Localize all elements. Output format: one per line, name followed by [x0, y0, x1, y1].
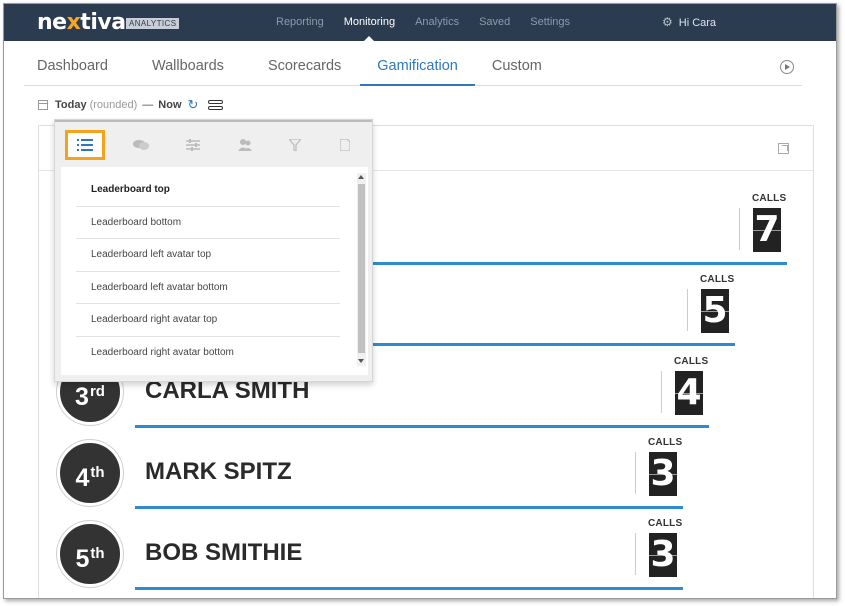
date-separator: — — [142, 99, 154, 111]
chat-bubbles-icon[interactable] — [121, 130, 161, 160]
scroll-thumb[interactable] — [358, 184, 365, 353]
settings-toggle-icon[interactable] — [208, 99, 224, 111]
option-leaderboard-right-avatar-top[interactable]: Leaderboard right avatar top — [76, 304, 340, 337]
metric-label: CALLS — [752, 193, 787, 204]
app-window: nextiva ANALYTICS Reporting Monitoring A… — [3, 3, 837, 599]
user-greeting: Hi Cara — [678, 17, 717, 29]
user-menu[interactable]: ⚙ Hi Cara — [662, 4, 716, 41]
score-value: 4 — [675, 371, 703, 415]
metric-divider — [687, 289, 688, 331]
option-leaderboard-bottom[interactable]: Leaderboard bottom — [76, 207, 340, 240]
nextiva-logo[interactable]: nextiva — [37, 10, 126, 35]
options-scrollbar[interactable] — [357, 173, 366, 366]
score-value: 5 — [701, 289, 729, 333]
top-nav: Reporting Monitoring Analytics Saved Set… — [266, 4, 580, 41]
date-to: Now — [158, 99, 182, 111]
users-icon[interactable] — [225, 130, 265, 160]
monitoring-tabs: Dashboard Wallboards Scorecards Gamifica… — [24, 47, 802, 86]
option-leaderboard-left-avatar-top[interactable]: Leaderboard left avatar top — [76, 239, 340, 272]
rank-badge: 5th — [57, 521, 123, 587]
document-icon[interactable] — [325, 130, 365, 160]
metric-divider — [635, 533, 636, 575]
expand-icon[interactable] — [778, 143, 789, 154]
topnav-reporting[interactable]: Reporting — [266, 4, 334, 41]
date-range[interactable]: Today (rounded) — Now ↻ — [38, 97, 224, 113]
date-qualifier: (rounded) — [89, 99, 138, 111]
layout-options-list: Leaderboard top Leaderboard bottom Leade… — [76, 174, 340, 370]
topnav-saved[interactable]: Saved — [469, 4, 520, 41]
analytics-badge: ANALYTICS — [126, 18, 180, 29]
option-leaderboard-right-avatar-bottom[interactable]: Leaderboard right avatar bottom — [76, 337, 340, 370]
metric-label: CALLS — [674, 356, 709, 367]
calendar-icon — [38, 100, 48, 110]
leaderboard-row: 5th BOB SMITHIE CALLS 3 — [39, 507, 815, 590]
list-layout-icon[interactable] — [65, 130, 105, 160]
topnav-monitoring[interactable]: Monitoring — [334, 4, 405, 41]
tab-wallboards[interactable]: Wallboards — [139, 47, 237, 86]
gear-icon: ⚙ — [662, 15, 673, 29]
layout-settings-popup: Leaderboard top Leaderboard bottom Leade… — [54, 119, 373, 382]
play-icon[interactable] — [780, 60, 794, 74]
topnav-analytics[interactable]: Analytics — [405, 4, 469, 41]
option-leaderboard-left-avatar-bottom[interactable]: Leaderboard left avatar bottom — [76, 272, 340, 305]
metric-label: CALLS — [648, 518, 683, 529]
date-from: Today — [55, 99, 87, 111]
metric-divider — [739, 208, 740, 250]
metric-label: CALLS — [648, 437, 683, 448]
refresh-icon[interactable]: ↻ — [188, 97, 199, 113]
option-leaderboard-top[interactable]: Leaderboard top — [76, 174, 340, 207]
score-value: 7 — [753, 208, 781, 252]
layout-options-panel: Leaderboard top Leaderboard bottom Leade… — [61, 167, 368, 375]
topnav-settings[interactable]: Settings — [520, 4, 580, 41]
metric-label: CALLS — [700, 274, 735, 285]
tab-custom[interactable]: Custom — [479, 47, 555, 86]
metric-divider — [635, 452, 636, 494]
score-value: 3 — [649, 452, 677, 496]
row-underline — [135, 587, 683, 590]
agent-name: MARK SPITZ — [145, 458, 292, 485]
scroll-up-arrow-icon[interactable] — [358, 175, 364, 179]
tab-scorecards[interactable]: Scorecards — [255, 47, 354, 86]
score-value: 3 — [649, 533, 677, 577]
tab-gamification[interactable]: Gamification — [360, 47, 475, 86]
scroll-down-arrow-icon[interactable] — [358, 359, 364, 363]
metric-divider — [661, 371, 662, 413]
sliders-icon[interactable] — [173, 130, 213, 160]
leaderboard-row: 4th MARK SPITZ CALLS 3 — [39, 426, 815, 509]
filter-icon[interactable] — [275, 130, 315, 160]
popup-icon-bar — [55, 127, 372, 163]
top-navbar: nextiva ANALYTICS Reporting Monitoring A… — [4, 4, 836, 41]
agent-name: BOB SMITHIE — [145, 539, 303, 566]
tab-dashboard[interactable]: Dashboard — [24, 47, 121, 86]
rank-badge: 4th — [57, 440, 123, 506]
